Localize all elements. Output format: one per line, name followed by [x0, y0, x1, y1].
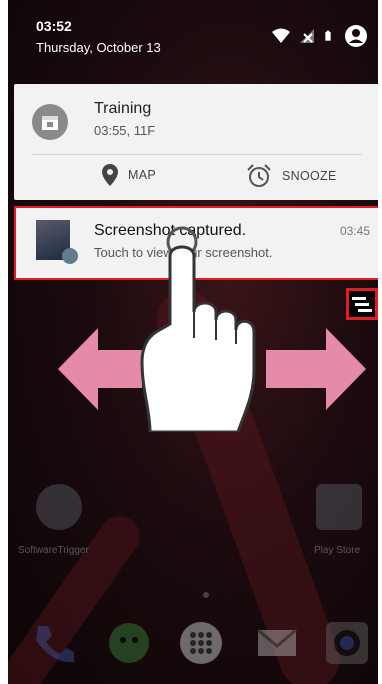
- status-bar: 03:52 Thursday, October 13: [8, 0, 378, 80]
- play-store-icon[interactable]: [316, 484, 362, 530]
- no-signal-icon: [300, 29, 314, 43]
- map-label: MAP: [128, 168, 156, 182]
- current-date: Thursday, October 13: [36, 40, 161, 55]
- alarm-clock-icon: [247, 164, 271, 187]
- email-icon[interactable]: [254, 620, 300, 666]
- divider: [32, 154, 362, 155]
- snooze-label: SNOOZE: [282, 169, 337, 183]
- hangouts-icon[interactable]: [106, 620, 152, 666]
- notification-time: 03:45: [339, 224, 370, 238]
- status-icons: [272, 24, 368, 48]
- gallery-badge-icon: [62, 248, 78, 264]
- calendar-notification[interactable]: Training 03:55, 11F MAP SNOOZE: [14, 84, 378, 200]
- snooze-button[interactable]: SNOOZE: [246, 164, 337, 188]
- map-button[interactable]: MAP: [102, 164, 156, 186]
- hand-touch-icon: [140, 226, 256, 432]
- notification-subtitle: 03:55, 11F: [94, 123, 156, 138]
- battery-icon: [325, 30, 331, 41]
- apps-icon[interactable]: [178, 620, 224, 666]
- swipe-left-arrow: [58, 328, 142, 410]
- clear-all-button[interactable]: [346, 288, 378, 320]
- barcode-icon[interactable]: [36, 484, 82, 530]
- swipe-right-arrow: [266, 328, 366, 410]
- phone-screen: 03:52 Thursday, October 13 Training 03:5…: [8, 0, 378, 684]
- clear-all-icon: [352, 297, 372, 312]
- clock-time: 03:52: [36, 18, 72, 34]
- wifi-icon: [272, 28, 290, 43]
- app-label: SoftwareTrigger: [18, 545, 89, 556]
- notification-title: Training: [94, 100, 152, 117]
- camera-icon[interactable]: [324, 620, 370, 666]
- page-indicator: [203, 592, 209, 598]
- account-icon[interactable]: [344, 24, 368, 48]
- location-pin-icon: [102, 164, 118, 186]
- app-label: Play Store: [314, 545, 361, 556]
- calendar-icon: [32, 104, 68, 140]
- phone-icon[interactable]: [30, 620, 76, 666]
